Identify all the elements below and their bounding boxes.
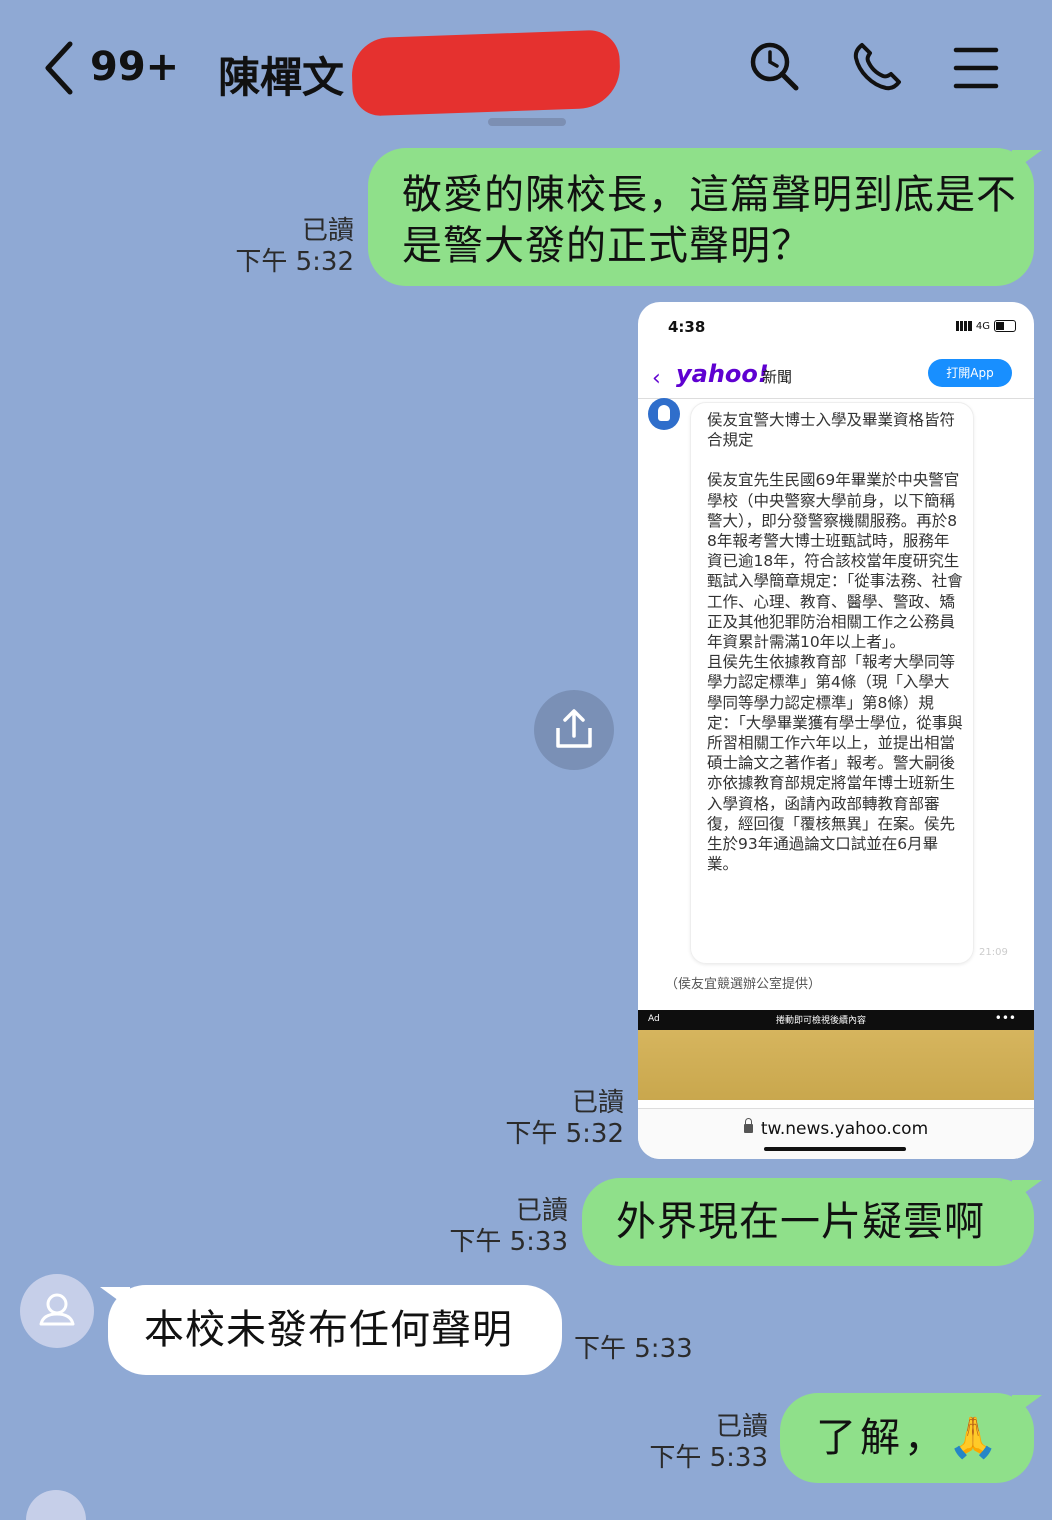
person-icon bbox=[39, 1293, 75, 1326]
read-receipt: 已讀 bbox=[301, 216, 354, 246]
network-label: 4G bbox=[975, 320, 990, 332]
yahoo-logo: yahoo! bbox=[676, 360, 769, 388]
read-receipt: 已讀 bbox=[571, 1088, 624, 1118]
inner-timestamp: 21:09 bbox=[979, 947, 1008, 958]
message-time: 下午 5:32 bbox=[235, 247, 354, 277]
article-paragraph: 侯友宜先生民國69年畢業於中央警官學校（中央警察大學前身，以下簡稱警大），即分發… bbox=[707, 471, 963, 652]
contact-avatar-partial bbox=[26, 1490, 86, 1520]
article-heading: 侯友宜警大博士入學及畢業資格皆符合規定 bbox=[707, 411, 956, 450]
message-meta: 已讀 下午 5:33 bbox=[430, 1196, 568, 1258]
menu-icon[interactable] bbox=[950, 40, 1004, 94]
contact-avatar[interactable] bbox=[20, 1274, 94, 1348]
more-dots-icon: ••• bbox=[994, 1011, 1016, 1025]
message-time: 下午 5:32 bbox=[505, 1119, 624, 1149]
ad-scroll-hint: 捲動即可檢視後續內容 bbox=[776, 1016, 867, 1026]
section-label: 新聞 bbox=[762, 368, 793, 386]
unread-count[interactable]: 99+ bbox=[90, 44, 179, 90]
bubble-tail bbox=[1012, 1180, 1042, 1202]
outgoing-message[interactable]: 敬愛的陳校長，這篇聲明到底是不是警大發的正式聲明？ bbox=[368, 148, 1034, 286]
read-receipt: 已讀 bbox=[715, 1412, 768, 1442]
article-paragraph: 且侯先生依據教育部「報考大學同等學力認定標準」第4條（現「入學大學同等學力認定標… bbox=[707, 653, 963, 874]
message-time: 下午 5:33 bbox=[449, 1227, 568, 1257]
share-icon bbox=[556, 709, 592, 748]
message-time: 下午 5:33 bbox=[574, 1334, 693, 1364]
redaction-mark bbox=[350, 29, 622, 117]
chat-header: 99+ 陳樿文 bbox=[0, 0, 1052, 140]
message-time: 下午 5:33 bbox=[649, 1443, 768, 1473]
outgoing-message[interactable]: 外界現在一片疑雲啊 bbox=[582, 1178, 1034, 1266]
message-meta: 下午 5:33 bbox=[574, 1334, 714, 1365]
url-text: tw.news.yahoo.com bbox=[760, 1119, 929, 1139]
ad-image bbox=[638, 1030, 1034, 1100]
phone-status-bar: 4G bbox=[955, 320, 1016, 332]
bubble-tail bbox=[1012, 1395, 1042, 1417]
back-chevron-icon[interactable] bbox=[40, 40, 80, 96]
message-meta: 已讀 下午 5:32 bbox=[490, 1088, 624, 1150]
yahoo-nav-bar: ‹ yahoo! 新聞 打開App bbox=[638, 356, 1034, 399]
signal-icon bbox=[955, 321, 972, 331]
battery-icon bbox=[994, 320, 1016, 332]
phone-icon[interactable] bbox=[850, 40, 904, 94]
message-meta: 已讀 下午 5:33 bbox=[630, 1412, 768, 1474]
bubble-tail bbox=[1012, 150, 1042, 172]
outgoing-message[interactable]: 了解，🙏 bbox=[780, 1393, 1034, 1483]
share-button[interactable] bbox=[534, 690, 614, 770]
location-pin-icon bbox=[648, 398, 680, 430]
lock-icon bbox=[743, 1118, 753, 1133]
read-receipt: 已讀 bbox=[515, 1196, 568, 1226]
photo-caption: （侯友宜競選辦公室提供） bbox=[665, 977, 822, 992]
image-message[interactable]: 4:38 4G ‹ yahoo! 新聞 打開App 侯友宜警大博士入學及畢業資格… bbox=[638, 302, 1034, 1159]
chevron-left-icon: ‹ bbox=[652, 366, 661, 391]
home-indicator bbox=[764, 1147, 906, 1151]
scroll-indicator bbox=[488, 118, 566, 126]
ad-label: Ad bbox=[648, 1014, 660, 1024]
incoming-message[interactable]: 本校未發布任何聲明 bbox=[108, 1285, 562, 1375]
browser-url-bar: tw.news.yahoo.com bbox=[638, 1108, 1034, 1159]
message-meta: 已讀 下午 5:32 bbox=[220, 216, 354, 278]
article-text: 侯友宜警大博士入學及畢業資格皆符合規定 侯友宜先生民國69年畢業於中央警官學校（… bbox=[707, 410, 963, 874]
open-app-button: 打開App bbox=[928, 359, 1012, 387]
search-icon[interactable] bbox=[748, 40, 802, 94]
ad-bar: Ad 捲動即可檢視後續內容 ••• bbox=[638, 1010, 1034, 1030]
phone-status-time: 4:38 bbox=[668, 318, 706, 336]
contact-name[interactable]: 陳樿文 bbox=[218, 44, 344, 105]
